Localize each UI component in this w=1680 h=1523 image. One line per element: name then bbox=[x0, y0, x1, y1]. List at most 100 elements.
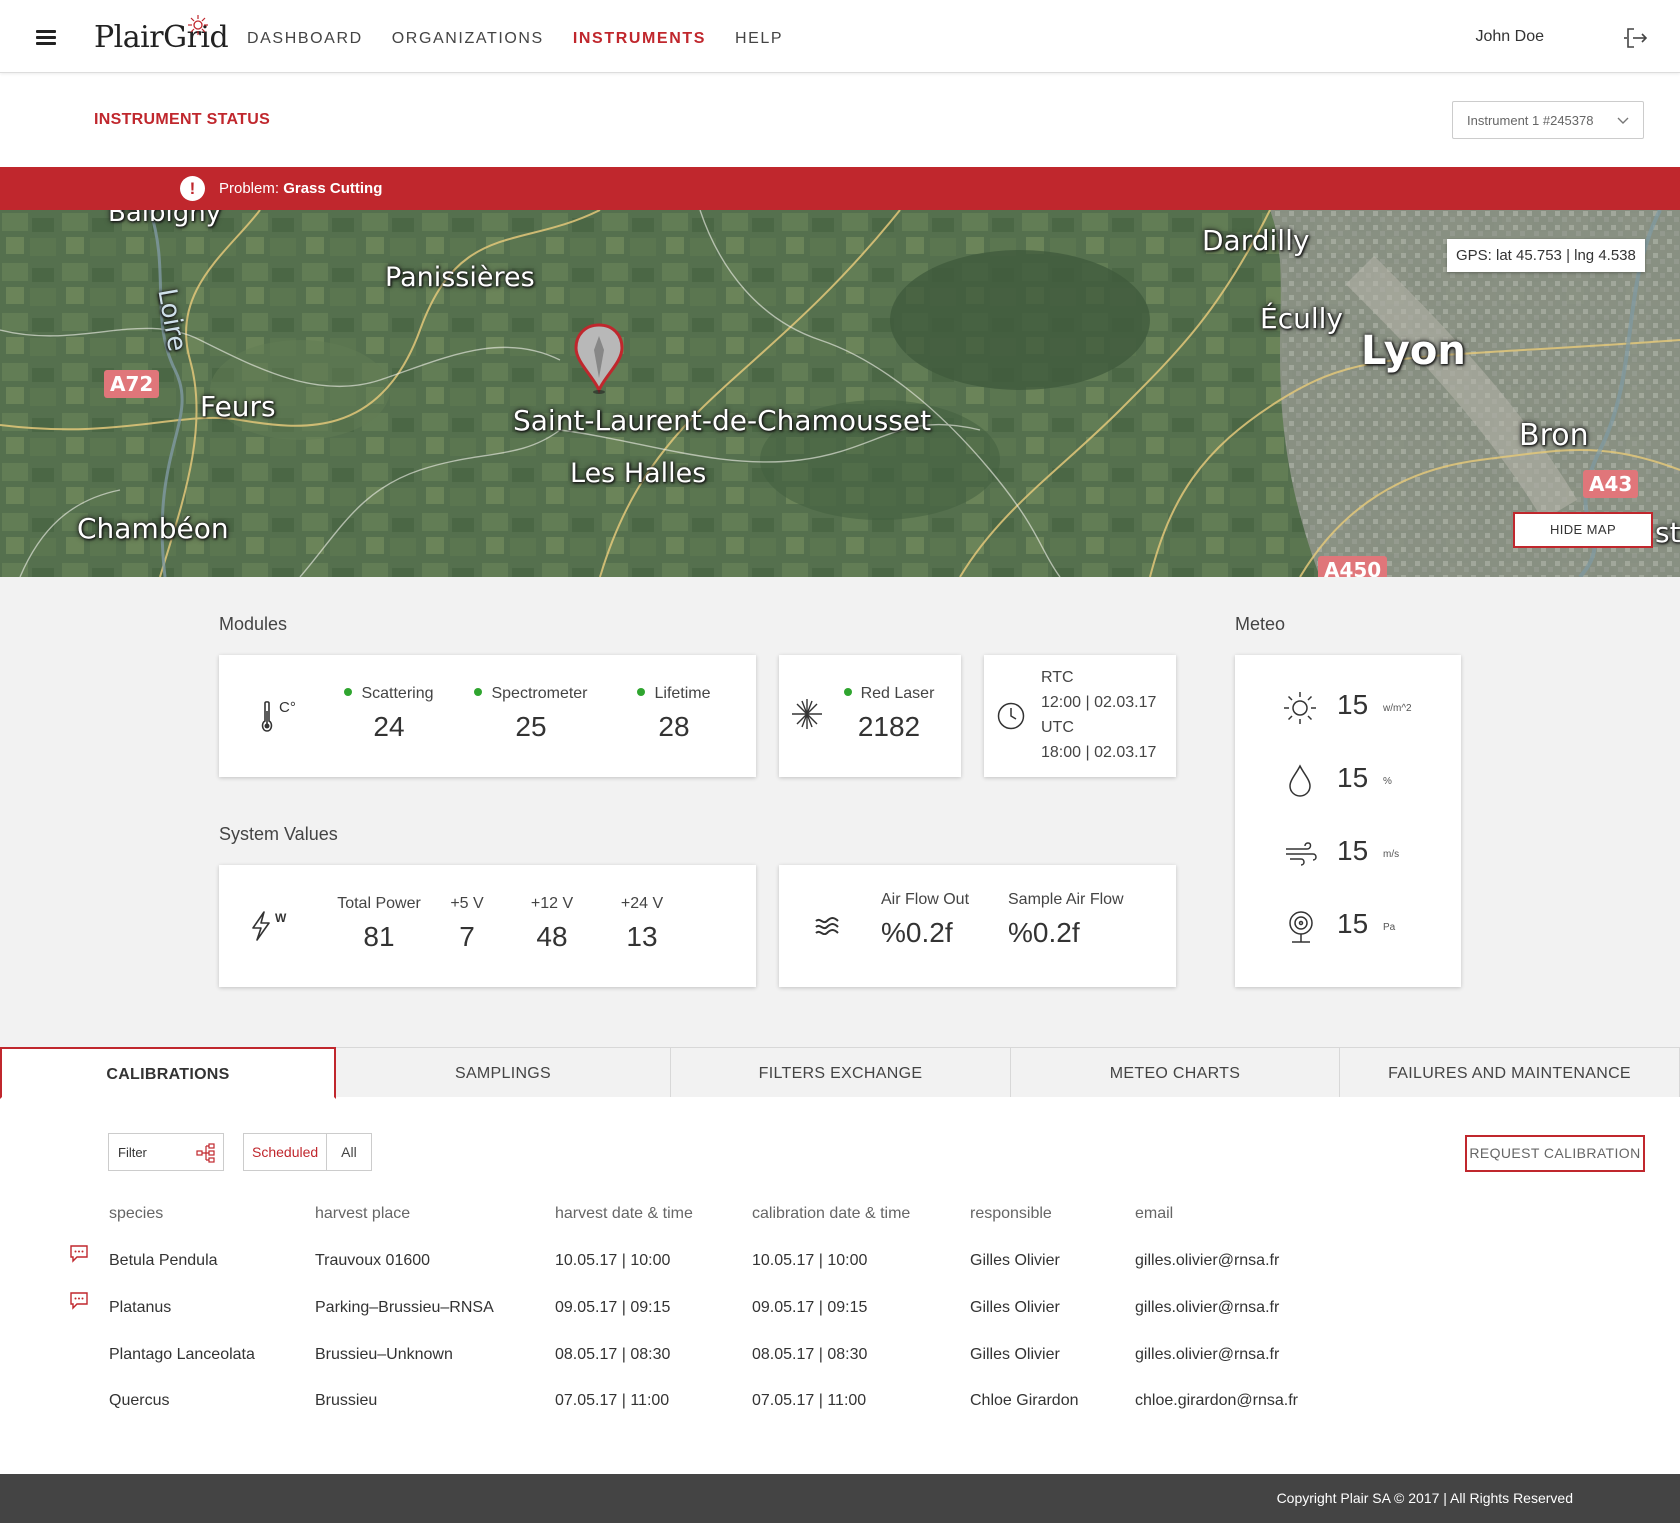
hamburger-menu-icon[interactable] bbox=[36, 30, 56, 45]
module-value: 24 bbox=[373, 711, 405, 742]
column-header-harvest-date[interactable]: harvest date & time bbox=[555, 1205, 693, 1223]
instrument-location-pin-icon[interactable] bbox=[573, 322, 625, 394]
comment-icon[interactable] bbox=[69, 1292, 89, 1310]
system-values-card: W Total Power 81 +5 V 7 +12 V 48 +24 V 1… bbox=[219, 865, 756, 987]
clock-icon bbox=[997, 702, 1025, 730]
tab-filters-exchange[interactable]: FILTERS EXCHANGE bbox=[670, 1047, 1011, 1097]
wind-icon bbox=[1286, 842, 1317, 866]
footer: Copyright Plair SA © 2017 | All Rights R… bbox=[0, 1474, 1680, 1523]
metric-value: 48 bbox=[536, 921, 568, 952]
modules-card: C° Scattering 24 Spectrometer 25 Lifetim… bbox=[219, 655, 756, 777]
column-header-responsible[interactable]: responsible bbox=[970, 1205, 1052, 1223]
module-label: Scattering bbox=[361, 685, 434, 702]
cell-email[interactable]: chloe.girardon@rnsa.fr bbox=[1135, 1392, 1298, 1410]
map-label-saint-laurent: Saint-Laurent-de-Chamousset bbox=[513, 404, 932, 437]
schedule-toggle: Scheduled All bbox=[243, 1133, 372, 1171]
meteo-value: 15 bbox=[1337, 762, 1369, 793]
nav-instruments[interactable]: INSTRUMENTS bbox=[573, 0, 706, 73]
alert-message: Grass Cutting bbox=[283, 180, 383, 197]
metric-sample-air-flow: Sample Air Flow %0.2f bbox=[1008, 891, 1124, 949]
cell-harvest-date: 08.05.17 | 08:30 bbox=[555, 1346, 671, 1363]
status-dot-green bbox=[843, 687, 852, 696]
page-title: INSTRUMENT STATUS bbox=[94, 111, 271, 128]
instrument-overview: Modules Meteo System Values C° Scatterin… bbox=[0, 577, 1680, 1047]
filter-input[interactable]: Filter bbox=[108, 1133, 224, 1171]
cell-calibration-date: 10.05.17 | 10:00 bbox=[752, 1252, 868, 1269]
tab-failures-maintenance[interactable]: FAILURES AND MAINTENANCE bbox=[1339, 1047, 1680, 1097]
metric-air-flow-out: Air Flow Out %0.2f bbox=[881, 891, 969, 949]
map-label-les-halles: Les Halles bbox=[570, 458, 707, 489]
cell-calibration-date: 08.05.17 | 08:30 bbox=[752, 1346, 868, 1363]
plairgrid-logo[interactable]: PlairGrid bbox=[94, 14, 229, 60]
cell-responsible: Gilles Olivier bbox=[970, 1252, 1060, 1269]
toggle-all[interactable]: All bbox=[327, 1134, 371, 1170]
column-header-email[interactable]: email bbox=[1135, 1205, 1173, 1223]
tab-samplings[interactable]: SAMPLINGS bbox=[335, 1047, 671, 1097]
meteo-unit: % bbox=[1383, 776, 1392, 787]
user-name[interactable]: John Doe bbox=[1476, 28, 1545, 46]
air-flow-card: Air Flow Out %0.2f Sample Air Flow %0.2f bbox=[779, 865, 1176, 987]
status-dot-green bbox=[344, 687, 353, 696]
top-navbar: PlairGrid DASHBOARD ORGANIZATIONS INSTRU… bbox=[0, 0, 1680, 73]
main-nav: DASHBOARD ORGANIZATIONS INSTRUMENTS HELP bbox=[247, 0, 812, 73]
metric-12v: +12 V 48 bbox=[517, 895, 587, 953]
metric-label: Air Flow Out bbox=[881, 891, 970, 908]
map-label-feurs: Feurs bbox=[200, 390, 276, 423]
column-header-species[interactable]: species bbox=[109, 1205, 163, 1223]
toggle-scheduled[interactable]: Scheduled bbox=[244, 1134, 328, 1170]
metric-label: Total Power bbox=[337, 895, 421, 912]
metric-label: Sample Air Flow bbox=[1008, 891, 1124, 908]
power-bolt-icon bbox=[252, 911, 270, 941]
satellite-map[interactable]: Balbigny Panissières Loire Feurs Saint-L… bbox=[0, 210, 1680, 577]
nav-help[interactable]: HELP bbox=[735, 0, 783, 73]
hide-map-button[interactable]: HIDE MAP bbox=[1513, 512, 1653, 548]
airflow-waves-icon bbox=[815, 917, 839, 935]
cell-email[interactable]: gilles.olivier@rnsa.fr bbox=[1135, 1299, 1279, 1317]
metric-value: 7 bbox=[459, 921, 475, 952]
logout-icon[interactable] bbox=[1624, 26, 1648, 50]
column-header-harvest-place[interactable]: harvest place bbox=[315, 1205, 410, 1223]
red-laser-card: Red Laser 2182 bbox=[779, 655, 961, 777]
section-tabs: SAMPLINGS FILTERS EXCHANGE METEO CHARTS … bbox=[0, 1047, 1680, 1099]
cell-harvest-date: 07.05.17 | 11:00 bbox=[555, 1392, 670, 1409]
instrument-select-value: Instrument 1 #245378 bbox=[1467, 113, 1594, 128]
copyright-text: Copyright Plair SA © 2017 | All Rights R… bbox=[1276, 1490, 1573, 1506]
utc-label: UTC bbox=[1041, 719, 1074, 736]
rtc-card: RTC 12:00 | 02.03.17 UTC 18:00 | 02.03.1… bbox=[984, 655, 1176, 777]
meteo-unit: w/m^2 bbox=[1383, 703, 1412, 714]
tab-calibrations[interactable]: CALIBRATIONS bbox=[0, 1047, 336, 1099]
map-label-lyon: Lyon bbox=[1361, 328, 1466, 374]
meteo-value: 15 bbox=[1337, 835, 1369, 866]
metric-label: +5 V bbox=[450, 895, 484, 912]
utc-value: 18:00 | 02.03.17 bbox=[1041, 744, 1157, 761]
instrument-select[interactable]: Instrument 1 #245378 bbox=[1452, 101, 1644, 139]
gps-coordinates: GPS: lat 45.753 | lng 4.538 bbox=[1447, 239, 1645, 272]
metric-label: +24 V bbox=[620, 895, 664, 912]
module-label: Spectrometer bbox=[491, 685, 588, 702]
cell-species: Betula Pendula bbox=[109, 1252, 218, 1269]
cell-calibration-date: 09.05.17 | 09:15 bbox=[752, 1299, 868, 1316]
cell-email[interactable]: gilles.olivier@rnsa.fr bbox=[1135, 1346, 1279, 1364]
rtc-value: 12:00 | 02.03.17 bbox=[1041, 694, 1157, 711]
module-value: 25 bbox=[515, 711, 547, 742]
cell-email[interactable]: gilles.olivier@rnsa.fr bbox=[1135, 1252, 1279, 1270]
column-header-calibration-date[interactable]: calibration date & time bbox=[752, 1205, 910, 1223]
nav-organizations[interactable]: ORGANIZATIONS bbox=[392, 0, 544, 73]
tab-meteo-charts[interactable]: METEO CHARTS bbox=[1010, 1047, 1340, 1097]
request-calibration-button[interactable]: REQUEST CALIBRATION bbox=[1465, 1135, 1645, 1172]
map-label-ecully: Écully bbox=[1260, 302, 1343, 335]
meteo-value: 15 bbox=[1337, 908, 1369, 939]
map-label-chambeon: Chambéon bbox=[77, 512, 229, 545]
cell-responsible: Chloe Girardon bbox=[970, 1392, 1079, 1409]
cell-harvest-date: 10.05.17 | 10:00 bbox=[555, 1252, 671, 1269]
comment-icon[interactable] bbox=[69, 1245, 89, 1263]
nav-dashboard[interactable]: DASHBOARD bbox=[247, 0, 363, 73]
filter-placeholder: Filter bbox=[118, 1145, 147, 1160]
filter-tree-icon[interactable] bbox=[196, 1143, 216, 1163]
module-value: 28 bbox=[658, 711, 690, 742]
cell-species: Platanus bbox=[109, 1299, 172, 1316]
laser-burst-icon bbox=[792, 699, 822, 729]
alert-prefix: Problem: bbox=[219, 180, 280, 197]
metric-value: %0.2f bbox=[1008, 917, 1080, 948]
meteo-value: 15 bbox=[1337, 689, 1369, 720]
